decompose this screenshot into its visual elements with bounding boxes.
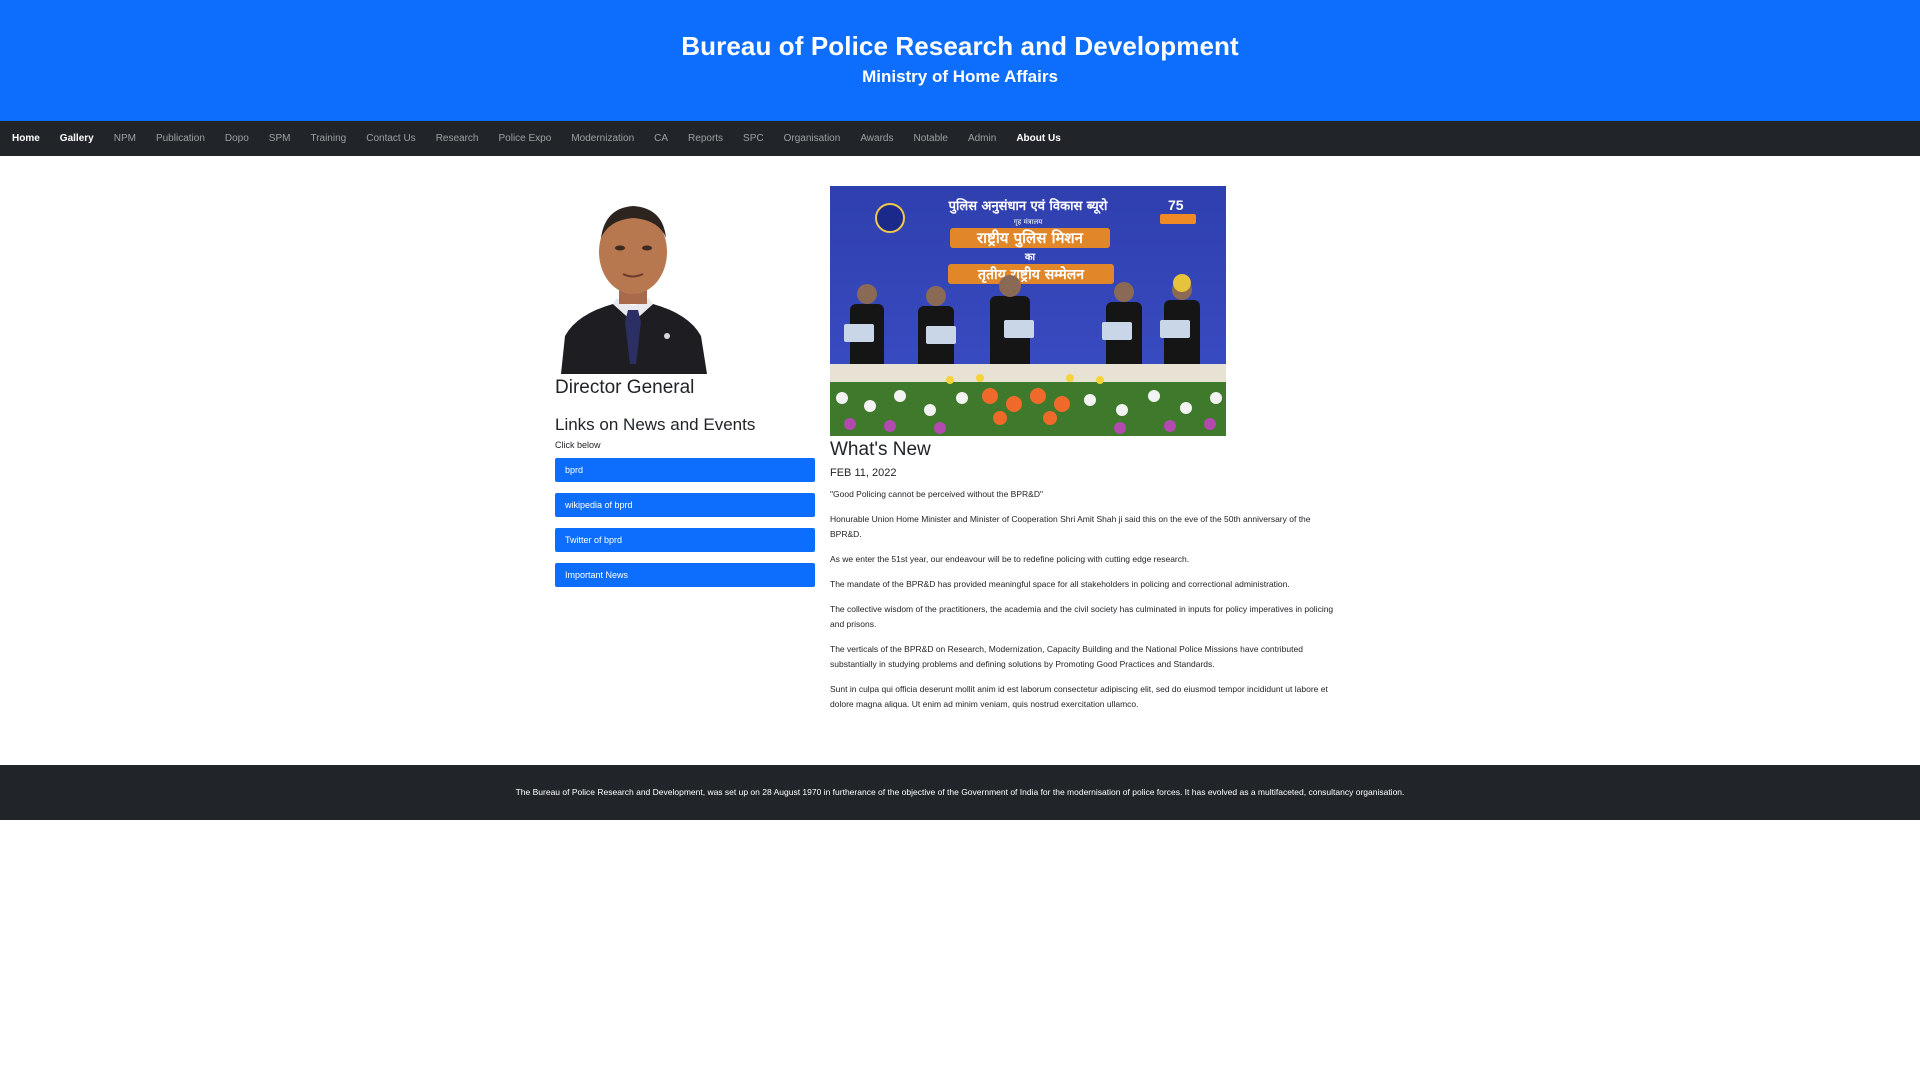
nav-item-police-expo[interactable]: Police Expo <box>499 121 552 156</box>
news-section: 75 पुलिस अनुसंधान एवं विकास ब्यूरो गृह म… <box>830 186 1340 712</box>
main-navbar: Home Gallery NPM Publication Dopo SPM Tr… <box>0 121 1920 156</box>
footer-text: The Bureau of Police Research and Develo… <box>515 787 1405 797</box>
nav-item-gallery[interactable]: Gallery <box>60 121 94 156</box>
link-button-twitter[interactable]: Twitter of bprd <box>555 528 815 552</box>
nav-item-ca[interactable]: CA <box>654 121 668 156</box>
link-button-bprd[interactable]: bprd <box>555 458 815 482</box>
nav-item-spc[interactable]: SPC <box>743 121 764 156</box>
svg-text:75: 75 <box>1168 197 1184 213</box>
news-paragraph: The mandate of the BPR&D has provided me… <box>830 579 1290 589</box>
link-button-wikipedia[interactable]: wikipedia of bprd <box>555 493 815 517</box>
nav-item-about-us[interactable]: About Us <box>1016 121 1060 156</box>
news-paragraph: As we enter the 51st year, our endeavour… <box>830 554 1190 564</box>
nav-item-admin[interactable]: Admin <box>968 121 996 156</box>
news-paragraph: Honurable Union Home Minister and Minist… <box>830 514 1311 539</box>
whats-new-heading: What's New <box>830 439 931 460</box>
site-header: Bureau of Police Research and Developmen… <box>0 0 1920 121</box>
nav-item-reports[interactable]: Reports <box>688 121 723 156</box>
nav-item-publication[interactable]: Publication <box>156 121 205 156</box>
news-paragraph: Sunt in culpa qui officia deserunt molli… <box>830 684 1328 709</box>
banner-line-5: तृतीय राष्ट्रीय सम्मेलन <box>977 266 1085 284</box>
event-photo: 75 पुलिस अनुसंधान एवं विकास ब्यूरो गृह म… <box>830 186 1226 436</box>
banner-line-1: पुलिस अनुसंधान एवं विकास ब्यूरो <box>948 198 1108 214</box>
nav-item-research[interactable]: Research <box>436 121 479 156</box>
nav-item-organisation[interactable]: Organisation <box>784 121 841 156</box>
site-footer: The Bureau of Police Research and Develo… <box>0 765 1920 820</box>
director-sidebar: Director General Links on News and Event… <box>555 186 815 587</box>
news-paragraph: "Good Policing cannot be perceived witho… <box>830 489 1043 499</box>
news-date: FEB 11, 2022 <box>830 467 897 479</box>
nav-item-modernization[interactable]: Modernization <box>571 121 634 156</box>
nav-item-home[interactable]: Home <box>12 121 40 156</box>
click-below-text: Click below <box>555 440 601 450</box>
nav-item-spm[interactable]: SPM <box>269 121 291 156</box>
director-general-title: Director General <box>555 377 695 398</box>
nav-item-awards[interactable]: Awards <box>860 121 893 156</box>
news-paragraph: The collective wisdom of the practitione… <box>830 604 1334 629</box>
link-button-important-news[interactable]: Important News <box>555 563 815 587</box>
director-general-photo <box>555 186 711 374</box>
nav-item-dopo[interactable]: Dopo <box>225 121 249 156</box>
main-content: Director General Links on News and Event… <box>0 156 1920 751</box>
banner-line-3: राष्ट्रीय पुलिस मिशन <box>976 229 1084 248</box>
banner-line-4: का <box>1024 252 1036 263</box>
banner-line-2: गृह मंत्रालय <box>1014 218 1043 226</box>
news-paragraph: The verticals of the BPR&D on Research, … <box>830 644 1303 669</box>
site-title: Bureau of Police Research and Developmen… <box>681 31 1239 61</box>
nav-item-npm[interactable]: NPM <box>114 121 136 156</box>
director-portrait-image <box>555 186 711 374</box>
links-heading: Links on News and Events <box>555 415 756 434</box>
nav-item-training[interactable]: Training <box>310 121 346 156</box>
nav-item-contact-us[interactable]: Contact Us <box>366 121 415 156</box>
nav-item-notable[interactable]: Notable <box>913 121 947 156</box>
event-banner-image: 75 पुलिस अनुसंधान एवं विकास ब्यूरो गृह म… <box>830 186 1226 436</box>
site-subtitle: Ministry of Home Affairs <box>862 67 1058 86</box>
